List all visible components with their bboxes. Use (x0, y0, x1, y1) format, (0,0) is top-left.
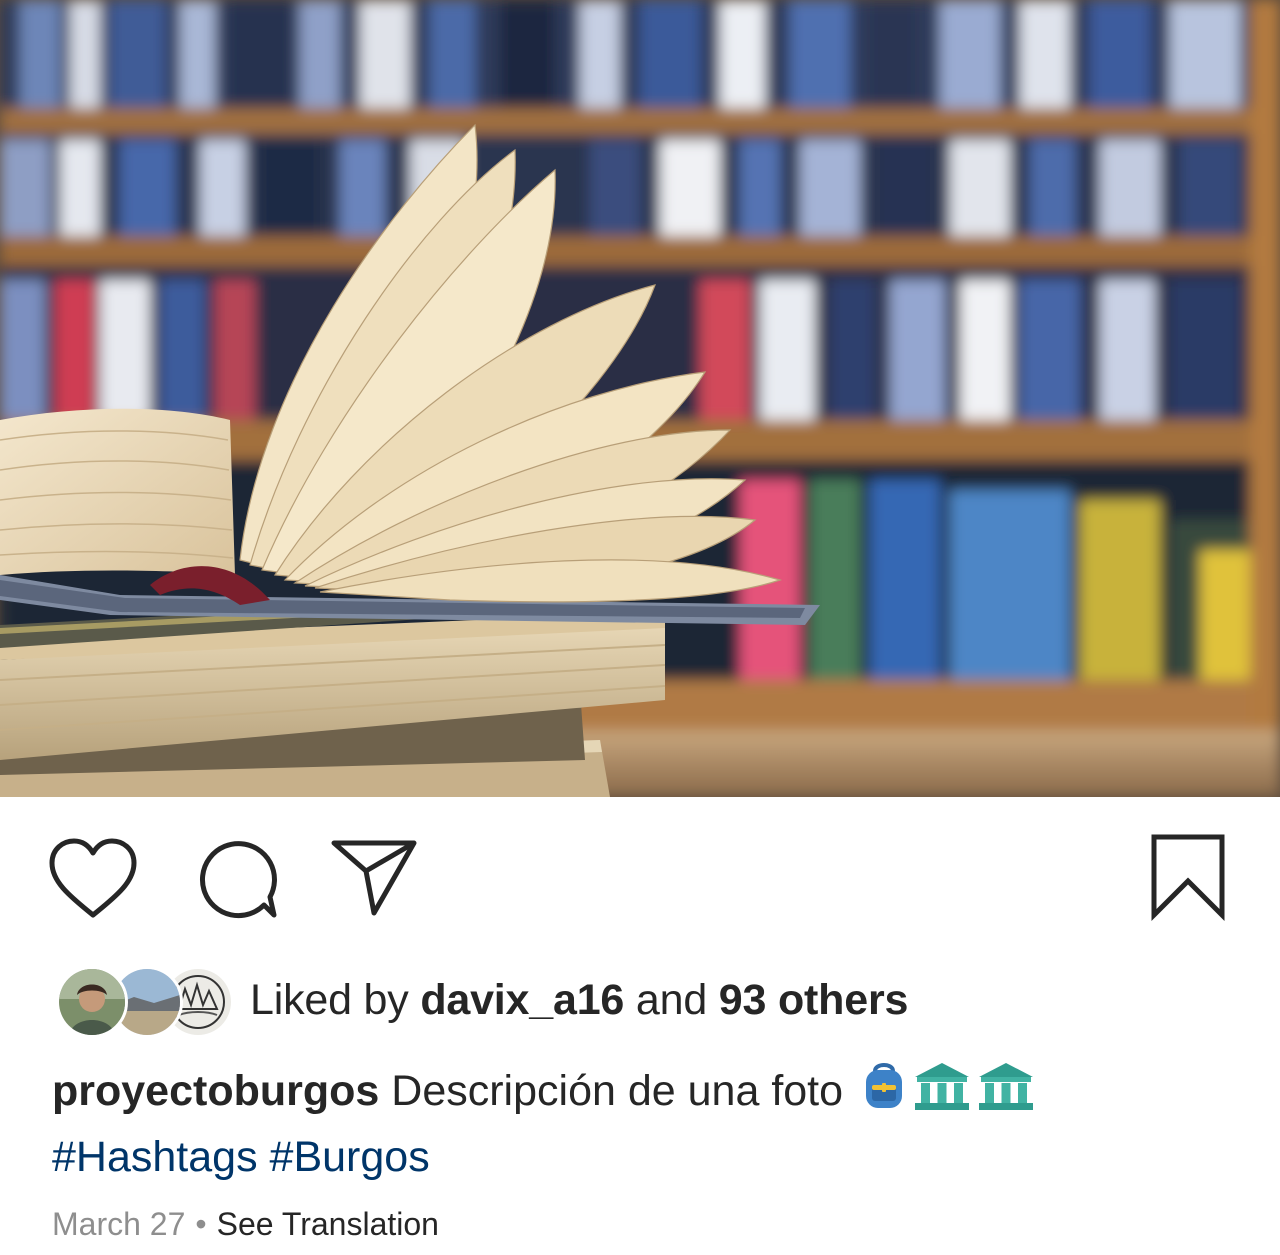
caption-hashtags: #Hashtags #Burgos (52, 1124, 1232, 1190)
likes-row[interactable]: Liked by davix_a16 and 93 others (56, 962, 908, 1038)
comment-button[interactable] (192, 839, 278, 919)
classical-building-emoji (977, 1061, 1035, 1111)
like-button[interactable] (48, 837, 138, 921)
heart-icon (49, 838, 137, 918)
backpack-emoji (861, 1061, 907, 1111)
caption-username[interactable]: proyectoburgos (52, 1067, 379, 1115)
avatar (56, 966, 128, 1038)
likes-summary: Liked by davix_a16 and 93 others (250, 976, 908, 1025)
post-meta: March 27 • See Translation (52, 1206, 439, 1243)
hashtag-link[interactable]: #Burgos (270, 1133, 430, 1181)
caption-text: Descripción de una foto (391, 1067, 844, 1115)
paper-plane-icon (331, 840, 417, 916)
hashtag-link[interactable]: #Hashtags (52, 1133, 258, 1181)
post-caption: proyectoburgos Descripción de una foto #… (52, 1058, 1232, 1190)
comment-bubble-icon (200, 841, 277, 919)
liker-avatars (56, 965, 234, 1038)
post-photo[interactable] (0, 0, 1280, 797)
liked-by-others-link[interactable]: 93 others (719, 976, 909, 1024)
liked-by-username[interactable]: davix_a16 (420, 976, 624, 1024)
classical-building-emoji (913, 1061, 971, 1111)
library-books-image (0, 0, 1280, 797)
post-date: March 27 (52, 1206, 186, 1242)
post-action-bar (0, 797, 1280, 947)
save-button[interactable] (1148, 833, 1228, 922)
see-translation-link[interactable]: See Translation (217, 1206, 439, 1242)
liked-by-joiner: and (635, 975, 708, 1024)
liked-by-prefix: Liked by (250, 975, 409, 1024)
meta-separator: • (195, 1206, 207, 1242)
bookmark-icon (1151, 834, 1225, 922)
share-button[interactable] (330, 837, 420, 917)
caption-line: proyectoburgos Descripción de una foto (52, 1058, 1232, 1124)
